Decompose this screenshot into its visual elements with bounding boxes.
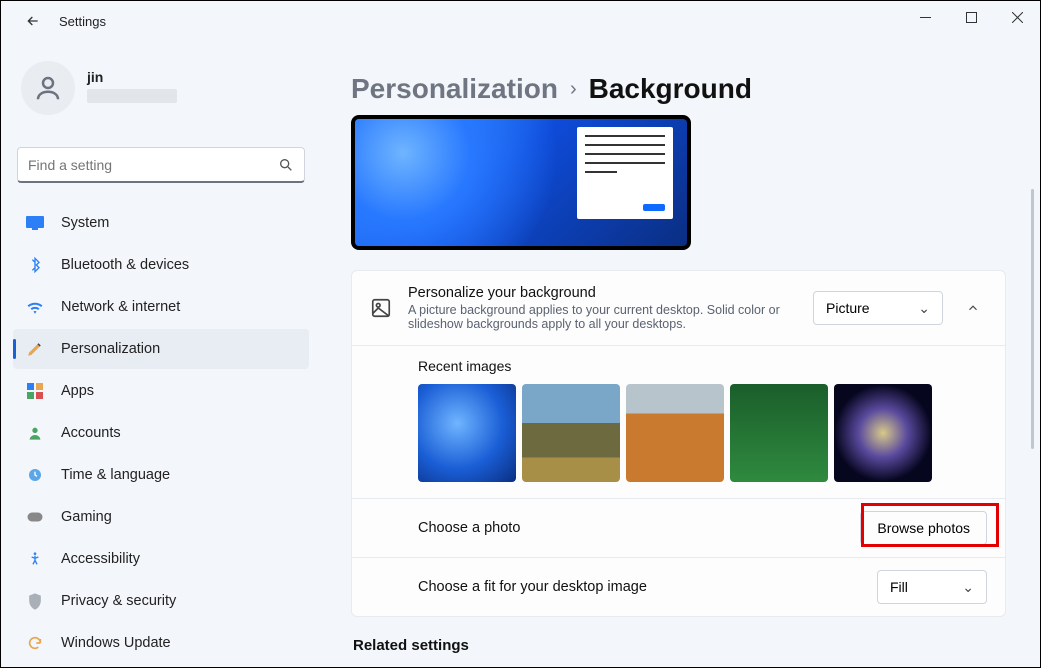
recent-image-thumb[interactable] bbox=[834, 384, 932, 482]
card-title: Personalize your background bbox=[408, 285, 797, 301]
nav-list: System Bluetooth & devices Network & int… bbox=[13, 203, 309, 665]
browse-photos-button[interactable]: Browse photos bbox=[860, 511, 987, 545]
select-value: Fill bbox=[890, 579, 908, 595]
breadcrumb-current: Background bbox=[589, 73, 752, 105]
related-settings-title: Related settings bbox=[353, 637, 1006, 654]
recent-images-list bbox=[418, 384, 987, 482]
nav-accessibility[interactable]: Accessibility bbox=[13, 539, 309, 579]
fit-select[interactable]: Fill ⌄ bbox=[877, 570, 987, 604]
recent-image-thumb[interactable] bbox=[418, 384, 516, 482]
nav-accounts[interactable]: Accounts bbox=[13, 413, 309, 453]
select-value: Picture bbox=[826, 300, 870, 316]
user-name: jin bbox=[87, 69, 177, 85]
chevron-down-icon: ⌄ bbox=[962, 579, 974, 596]
recent-image-thumb[interactable] bbox=[522, 384, 620, 482]
nav-personalization[interactable]: Personalization bbox=[13, 329, 309, 369]
nav-label: Accessibility bbox=[61, 551, 140, 567]
nav-label: Gaming bbox=[61, 509, 112, 525]
nav-label: Time & language bbox=[61, 467, 170, 483]
breadcrumb: Personalization › Background bbox=[351, 73, 1006, 105]
search-input[interactable] bbox=[28, 157, 278, 173]
nav-network[interactable]: Network & internet bbox=[13, 287, 309, 327]
back-button[interactable] bbox=[21, 9, 45, 33]
personalize-background-card: Personalize your background A picture ba… bbox=[351, 270, 1006, 617]
clock-icon bbox=[25, 465, 45, 485]
picture-icon bbox=[370, 297, 392, 319]
user-block[interactable]: jin bbox=[13, 51, 309, 125]
nav-label: System bbox=[61, 215, 109, 231]
nav-bluetooth[interactable]: Bluetooth & devices bbox=[13, 245, 309, 285]
chevron-right-icon: › bbox=[570, 78, 577, 101]
apps-icon bbox=[25, 381, 45, 401]
nav-time[interactable]: Time & language bbox=[13, 455, 309, 495]
desktop-preview bbox=[351, 115, 691, 250]
nav-update[interactable]: Windows Update bbox=[13, 623, 309, 663]
update-icon bbox=[25, 633, 45, 653]
accessibility-icon bbox=[25, 549, 45, 569]
app-title: Settings bbox=[59, 14, 106, 29]
recent-image-thumb[interactable] bbox=[730, 384, 828, 482]
card-subtitle: A picture background applies to your cur… bbox=[408, 303, 797, 331]
bluetooth-icon bbox=[25, 255, 45, 275]
nav-label: Privacy & security bbox=[61, 593, 176, 609]
close-button[interactable] bbox=[994, 1, 1040, 33]
background-type-select[interactable]: Picture ⌄ bbox=[813, 291, 943, 325]
avatar bbox=[21, 61, 75, 115]
nav-label: Personalization bbox=[61, 341, 160, 357]
person-icon bbox=[25, 423, 45, 443]
nav-label: Network & internet bbox=[61, 299, 180, 315]
scrollbar[interactable] bbox=[1031, 189, 1034, 449]
nav-gaming[interactable]: Gaming bbox=[13, 497, 309, 537]
search-icon bbox=[278, 157, 294, 173]
wifi-icon bbox=[25, 297, 45, 317]
maximize-button[interactable] bbox=[948, 1, 994, 33]
minimize-button[interactable] bbox=[902, 1, 948, 33]
choose-fit-label: Choose a fit for your desktop image bbox=[418, 579, 647, 595]
paintbrush-icon bbox=[25, 339, 45, 359]
nav-label: Windows Update bbox=[61, 635, 171, 651]
recent-images-title: Recent images bbox=[418, 358, 987, 374]
user-email-redacted bbox=[87, 89, 177, 103]
collapse-button[interactable] bbox=[959, 301, 987, 315]
nav-system[interactable]: System bbox=[13, 203, 309, 243]
nav-label: Accounts bbox=[61, 425, 121, 441]
search-box[interactable] bbox=[17, 147, 305, 183]
nav-privacy[interactable]: Privacy & security bbox=[13, 581, 309, 621]
monitor-icon bbox=[25, 213, 45, 233]
shield-icon bbox=[25, 591, 45, 611]
chevron-down-icon: ⌄ bbox=[918, 300, 930, 317]
breadcrumb-parent[interactable]: Personalization bbox=[351, 73, 558, 105]
nav-label: Bluetooth & devices bbox=[61, 257, 189, 273]
gamepad-icon bbox=[25, 507, 45, 527]
nav-label: Apps bbox=[61, 383, 94, 399]
recent-image-thumb[interactable] bbox=[626, 384, 724, 482]
nav-apps[interactable]: Apps bbox=[13, 371, 309, 411]
choose-photo-label: Choose a photo bbox=[418, 520, 520, 536]
